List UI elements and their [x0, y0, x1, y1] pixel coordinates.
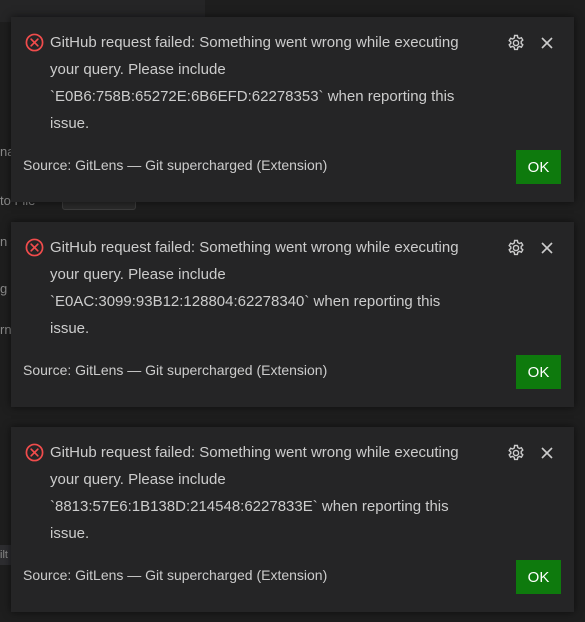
notification-toast: GitHub request failed: Something went wr… [11, 17, 574, 202]
notification-toast: GitHub request failed: Something went wr… [11, 222, 574, 407]
error-icon [25, 33, 44, 52]
gear-icon[interactable] [506, 238, 526, 258]
background-hint-text: n [0, 234, 8, 249]
notification-message: GitHub request failed: Something went wr… [50, 34, 459, 132]
background-hint-text: g [0, 281, 8, 296]
notification-message: GitHub request failed: Something went wr… [50, 444, 459, 542]
gear-icon[interactable] [506, 33, 526, 53]
notification-source: Source: GitLens — Git supercharged (Exte… [23, 157, 328, 173]
close-icon[interactable] [538, 444, 556, 462]
close-icon[interactable] [538, 239, 556, 257]
ok-button[interactable]: OK [516, 355, 561, 389]
background-hint-text: rn [0, 322, 12, 337]
ok-button[interactable]: OK [516, 150, 561, 184]
close-icon[interactable] [538, 34, 556, 52]
error-icon [25, 238, 44, 257]
error-icon [25, 443, 44, 462]
gear-icon[interactable] [506, 443, 526, 463]
notification-source: Source: GitLens — Git supercharged (Exte… [23, 567, 328, 583]
notification-source: Source: GitLens — Git supercharged (Exte… [23, 362, 328, 378]
notification-message: GitHub request failed: Something went wr… [50, 239, 459, 337]
ok-button[interactable]: OK [516, 560, 561, 594]
notification-toast: GitHub request failed: Something went wr… [11, 427, 574, 612]
